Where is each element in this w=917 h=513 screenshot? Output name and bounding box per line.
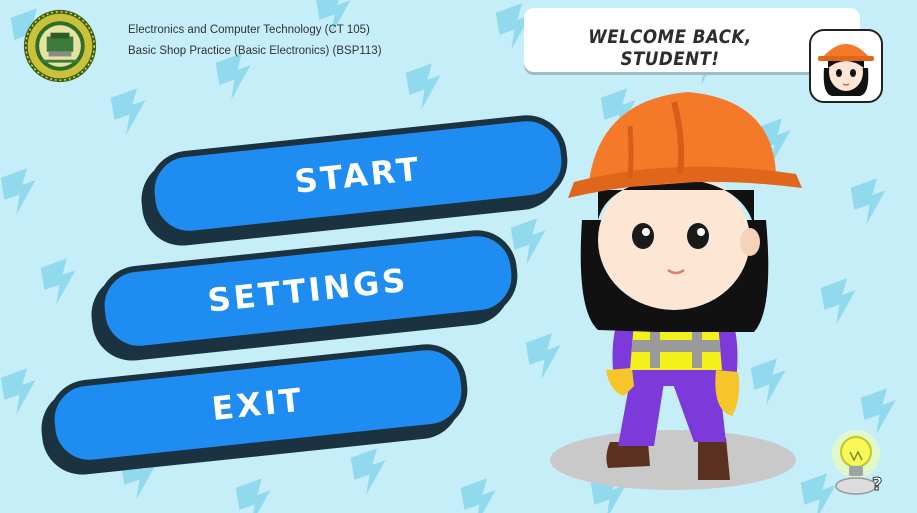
student-character bbox=[550, 92, 802, 490]
welcome-text: WELCOME BACK, STUDENT! bbox=[588, 26, 752, 70]
lightbulb-hint-icon[interactable]: ? bbox=[828, 426, 888, 502]
school-seal-icon bbox=[23, 9, 97, 83]
svg-text:?: ? bbox=[872, 474, 882, 495]
student-avatar-icon[interactable] bbox=[806, 24, 886, 106]
course-title-1: Electronics and Computer Technology (CT … bbox=[128, 24, 370, 36]
course-title-2: Basic Shop Practice (Basic Electronics) … bbox=[128, 45, 382, 57]
